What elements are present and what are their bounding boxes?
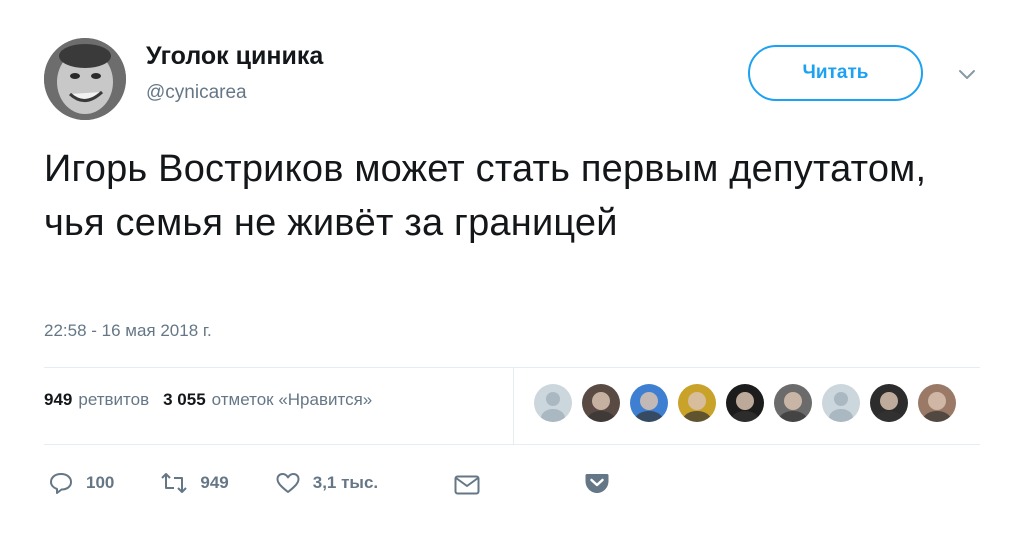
- liker-avatar[interactable]: [726, 384, 764, 422]
- liker-avatar[interactable]: [630, 384, 668, 422]
- envelope-icon[interactable]: [454, 475, 480, 500]
- likers-avatars: [534, 384, 966, 422]
- follow-button[interactable]: Читать: [748, 45, 923, 101]
- liker-avatar[interactable]: [774, 384, 812, 422]
- liker-avatar[interactable]: [534, 384, 572, 422]
- retweet-icon: [161, 473, 188, 493]
- likes-count[interactable]: 3 055: [163, 390, 206, 410]
- retweet-button[interactable]: 949: [160, 471, 229, 495]
- retweets-label[interactable]: ретвитов: [78, 390, 149, 410]
- stats-separator: [513, 368, 514, 444]
- tweet-actions: 100 949 3,1 тыс.: [48, 470, 378, 496]
- tweet-text: Игорь Востриков может стать первым депут…: [44, 148, 927, 244]
- display-name[interactable]: Уголок циника: [146, 42, 323, 71]
- liker-avatar[interactable]: [678, 384, 716, 422]
- retweet-count: 949: [200, 473, 229, 492]
- tweet-stats: 949 ретвитов 3 055 отметок «Нравится»: [44, 390, 386, 410]
- reply-count: 100: [86, 473, 115, 492]
- liker-avatar[interactable]: [582, 384, 620, 422]
- divider: [44, 367, 980, 368]
- avatar[interactable]: [44, 38, 126, 120]
- divider: [44, 444, 980, 445]
- like-button[interactable]: 3,1 тыс.: [275, 471, 378, 495]
- liker-avatar[interactable]: [822, 384, 860, 422]
- liker-avatar[interactable]: [870, 384, 908, 422]
- reply-icon: [50, 473, 72, 494]
- heart-icon: [276, 473, 300, 493]
- user-handle[interactable]: @cynicarea: [146, 82, 247, 104]
- chevron-down-icon[interactable]: [955, 62, 979, 86]
- retweets-count[interactable]: 949: [44, 390, 72, 410]
- liker-avatar[interactable]: [918, 384, 956, 422]
- pocket-icon[interactable]: [584, 470, 610, 501]
- likes-label[interactable]: отметок «Нравится»: [212, 390, 373, 410]
- reply-button[interactable]: 100: [48, 470, 114, 496]
- tweet-timestamp[interactable]: 22:58 - 16 мая 2018 г.: [44, 321, 212, 341]
- like-count: 3,1 тыс.: [312, 473, 379, 492]
